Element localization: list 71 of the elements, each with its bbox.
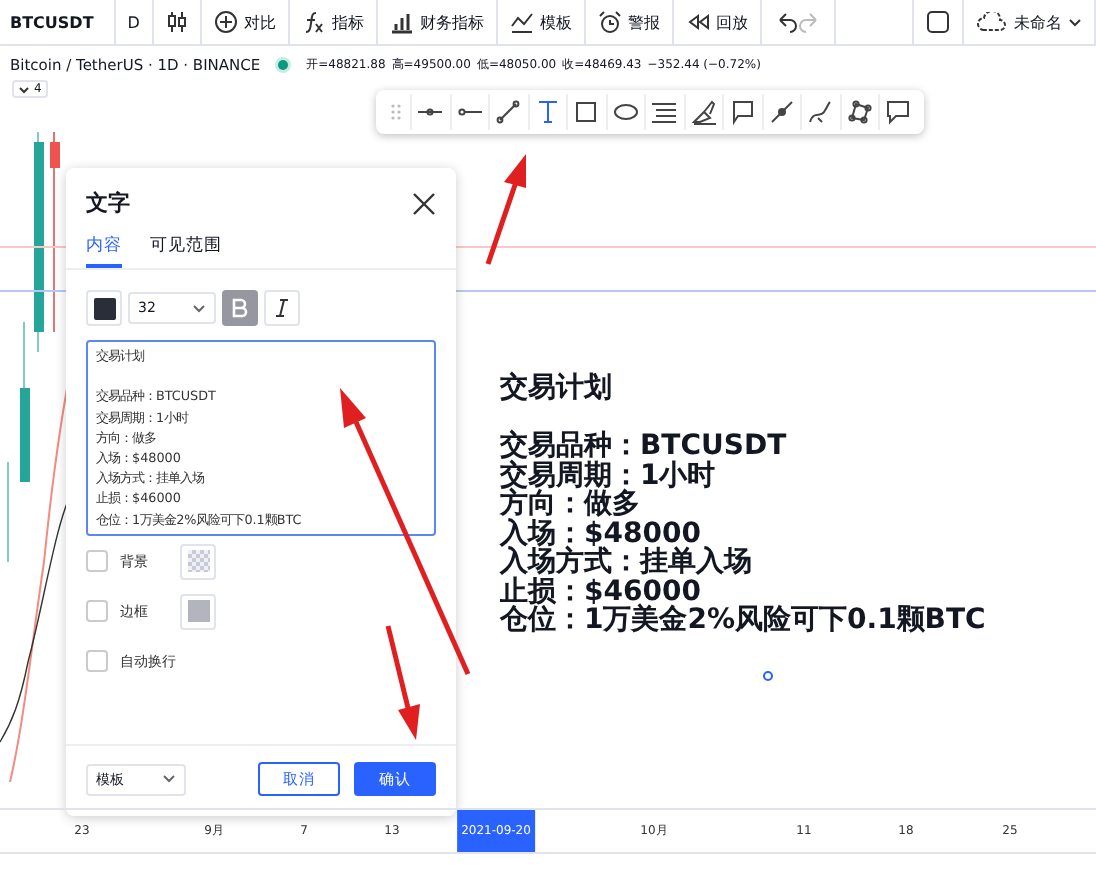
rectangle-icon (572, 98, 601, 126)
brush-icon (689, 98, 718, 126)
chevron-down-icon (18, 85, 30, 93)
toolbar-button-label: 警报 (627, 11, 660, 33)
toolbar-button[interactable]: 指标 (289, 0, 378, 44)
italic-button[interactable] (264, 290, 300, 326)
candlestick (7, 461, 9, 563)
checkbox[interactable] (86, 600, 108, 622)
arrow-drawing (485, 154, 526, 265)
toolbar-button-label: 财务指标 (419, 11, 484, 33)
layout-name: 未命名 (1014, 11, 1062, 33)
symbol-button[interactable]: BTCUSDT (0, 0, 116, 44)
drag-handle-icon[interactable] (390, 102, 402, 122)
drawing-tool-button[interactable] (839, 94, 878, 130)
undo-redo-icon (773, 10, 822, 34)
alarm-clock-icon (597, 10, 622, 34)
toolbar-button[interactable]: 财务指标 (377, 0, 498, 44)
dialog-tab[interactable]: 可见范围 (150, 226, 222, 268)
toolbar-button[interactable]: 警报 (585, 0, 674, 44)
toolbar-button[interactable]: 对比 (201, 0, 290, 44)
cloud-icon (976, 12, 1008, 32)
text-icon (533, 98, 562, 126)
italic-icon (274, 298, 290, 318)
close-icon[interactable] (412, 191, 436, 215)
chart-text-line: 入场：$48000 (500, 519, 701, 548)
interval-button[interactable]: D (115, 0, 154, 44)
polygon-icon (845, 98, 874, 126)
layout-button[interactable]: 未命名 (964, 0, 1096, 44)
candlestick-icon (165, 10, 188, 34)
dialog-title: 文字 (86, 188, 130, 218)
bar-chart-icon (389, 10, 414, 34)
curve-icon (806, 98, 835, 126)
chart-text-line: 方向：做多 (500, 490, 642, 519)
chart-text-title: 交易计划 (500, 370, 614, 406)
toolbar-button-label: 对比 (243, 11, 276, 33)
checkbox[interactable] (86, 650, 108, 672)
function-icon (301, 10, 326, 34)
toolbar-button-label: 指标 (331, 11, 364, 33)
text-color-button[interactable] (86, 290, 122, 326)
ellipse-icon (611, 98, 640, 126)
drawing-tool-button[interactable] (605, 94, 644, 130)
toolbar-button-label: 模板 (539, 11, 572, 33)
line-icon (494, 98, 523, 126)
square-icon (926, 10, 950, 34)
callout-icon (728, 98, 757, 126)
anchor-point-icon[interactable] (762, 670, 774, 682)
chevron-down-icon (1068, 17, 1082, 27)
pen-icon (767, 98, 796, 126)
toolbar-button-label: 回放 (715, 11, 748, 33)
chart-text-line: 止损：$46000 (500, 577, 703, 606)
drawing-tool-button[interactable] (683, 94, 722, 130)
bold-icon (232, 298, 248, 318)
chevron-down-icon (192, 303, 206, 313)
background-color-button[interactable] (180, 543, 216, 579)
toolbar-button[interactable]: 模板 (497, 0, 586, 44)
drawing-tool-button[interactable] (449, 94, 488, 130)
chart-text-line: 仓位：1万美金2%风险可下0.1颗BTC (500, 606, 986, 635)
parallel-lines-icon (650, 98, 679, 126)
comment-icon (884, 98, 913, 126)
checkbox[interactable] (86, 550, 108, 572)
chart-text-line: 交易品种：BTCUSDT (500, 432, 789, 461)
chart-text-line: 入场方式：挂单入场 (500, 548, 754, 577)
market-status-dot (278, 59, 289, 69)
line-chart-icon (509, 10, 534, 34)
chevron-down-icon (162, 774, 176, 784)
toolbar-button[interactable]: 回放 (673, 0, 762, 44)
rewind-icon (685, 10, 710, 34)
dialog-tab[interactable]: 内容 (86, 226, 122, 268)
add-circle-icon (213, 10, 238, 34)
border-color-button[interactable] (180, 593, 216, 629)
chart-text-line: 交易周期：1小时 (500, 461, 718, 490)
